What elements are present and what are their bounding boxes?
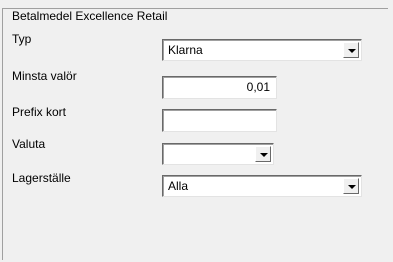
typ-value: Klarna xyxy=(168,43,203,57)
prefix-kort-label: Prefix kort xyxy=(12,105,67,119)
typ-dropdown[interactable]: Klarna xyxy=(162,39,362,61)
minsta-valor-label: Minsta valör xyxy=(12,69,77,83)
valuta-dropdown[interactable] xyxy=(162,143,274,165)
valuta-label: Valuta xyxy=(12,137,46,151)
minsta-valor-field[interactable]: 0,01 xyxy=(162,76,277,99)
typ-label: Typ xyxy=(12,32,32,46)
chevron-down-icon xyxy=(348,185,356,189)
typ-dropdown-button[interactable] xyxy=(343,42,359,58)
valuta-dropdown-button[interactable] xyxy=(255,146,271,162)
lagerstalle-label: Lagerställe xyxy=(12,171,71,185)
group-title: Betalmedel Excellence Retail xyxy=(11,9,169,23)
lagerstalle-dropdown[interactable]: Alla xyxy=(162,175,362,197)
chevron-down-icon xyxy=(348,49,356,53)
lagerstalle-value: Alla xyxy=(168,179,189,193)
lagerstalle-dropdown-button[interactable] xyxy=(343,178,359,194)
prefix-kort-field[interactable] xyxy=(162,109,277,132)
minsta-valor-value: 0,01 xyxy=(246,80,270,94)
chevron-down-icon xyxy=(260,153,268,157)
